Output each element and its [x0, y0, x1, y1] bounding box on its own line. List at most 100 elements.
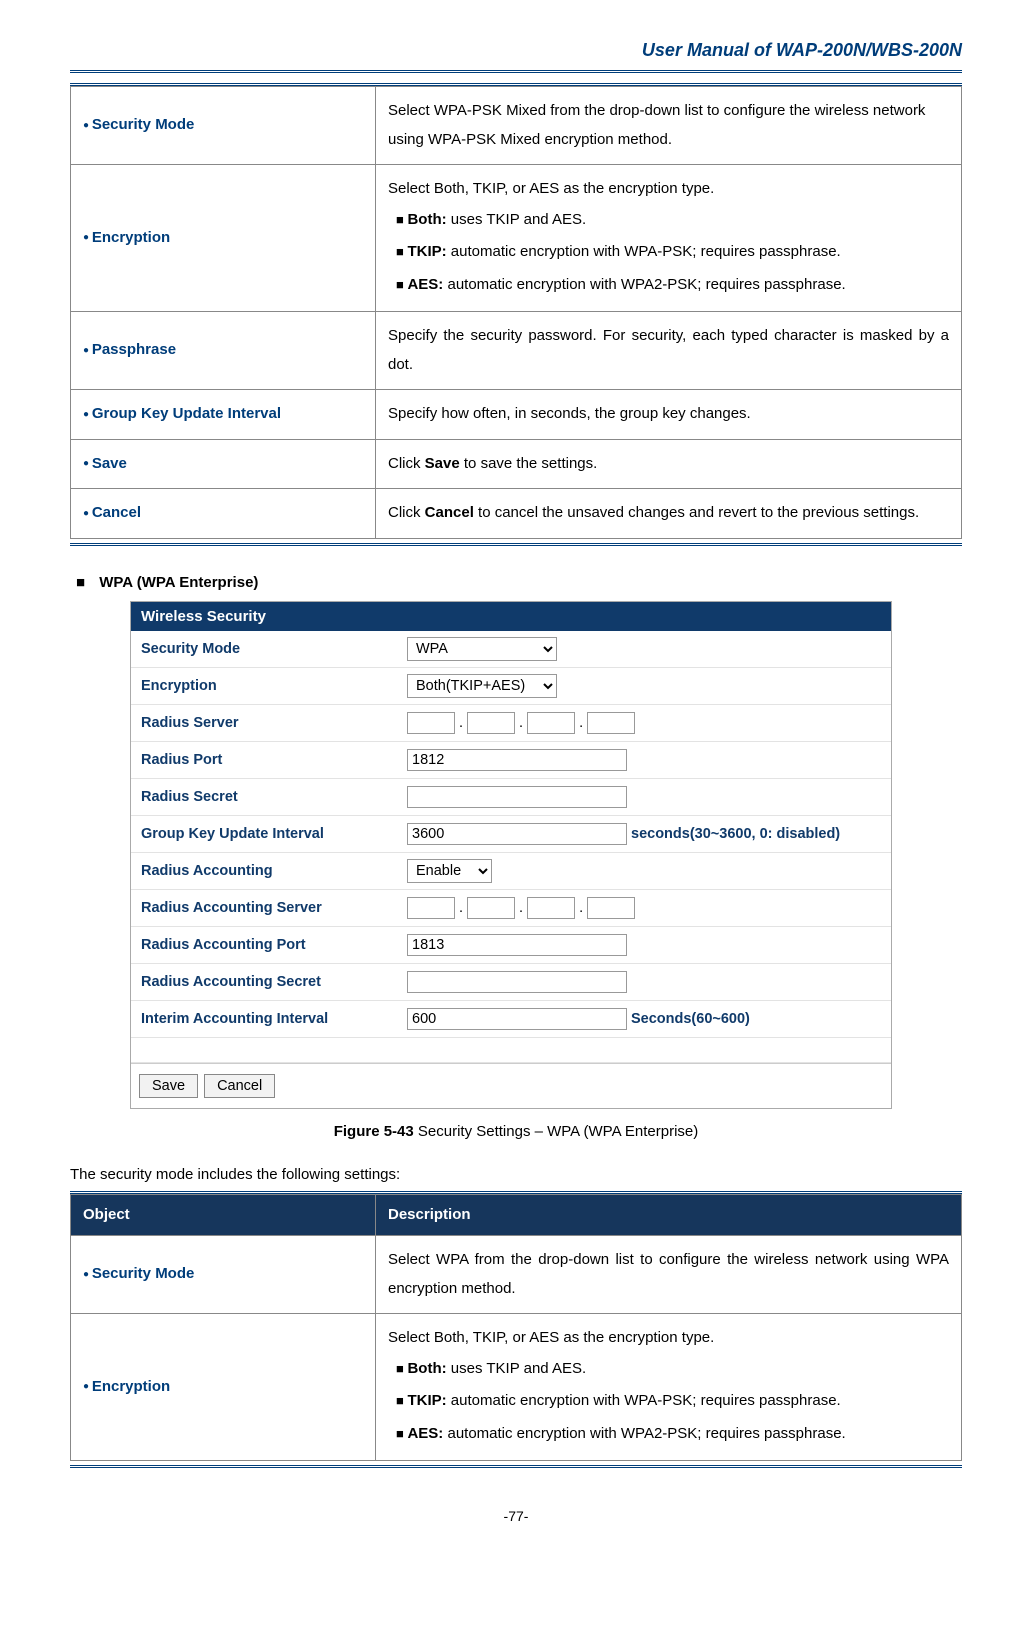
desc-bold: Cancel — [425, 504, 474, 521]
row-label: Encryption — [83, 1378, 170, 1395]
radius-port-input[interactable] — [407, 749, 627, 771]
radius-acc-secret-input[interactable] — [407, 971, 627, 993]
row-label: Passphrase — [83, 341, 176, 358]
list-item: AES: automatic encryption with WPA2-PSK;… — [396, 269, 949, 302]
item-bold: TKIP: — [407, 1392, 446, 1409]
table2-bottom-rule — [70, 1465, 962, 1468]
cancel-button[interactable]: Cancel — [204, 1074, 275, 1098]
security-mode-select[interactable]: WPA — [407, 637, 557, 661]
form-label: Radius Secret — [131, 783, 401, 811]
desc-pre: Click — [388, 504, 425, 521]
page-header-title: User Manual of WAP-200N/WBS-200N — [70, 40, 962, 67]
row-desc: Select Both, TKIP, or AES as the encrypt… — [376, 1314, 962, 1461]
group-key-interval-suffix: seconds(30~3600, 0: disabled) — [631, 826, 840, 842]
form-row-security-mode: Security Mode WPA — [131, 631, 891, 668]
form-label: Radius Accounting Port — [131, 931, 401, 959]
interim-interval-input[interactable] — [407, 1008, 627, 1030]
row-desc: Specify how often, in seconds, the group… — [376, 390, 962, 440]
radius-acc-server-ip1[interactable] — [407, 897, 455, 919]
item-bold: AES: — [407, 276, 443, 293]
intro-line-2: The security mode includes the following… — [70, 1166, 962, 1183]
form-row-radius-acc-port: Radius Accounting Port — [131, 927, 891, 964]
row-desc: Select WPA-PSK Mixed from the drop-down … — [376, 87, 962, 165]
spacer-row — [131, 1038, 891, 1063]
form-row-group-key-interval: Group Key Update Interval seconds(30~360… — [131, 816, 891, 853]
desc-post: to cancel the unsaved changes and revert… — [474, 504, 919, 521]
radius-server-ip2[interactable] — [467, 712, 515, 734]
header-rule — [70, 70, 962, 73]
table-row: Security Mode Select WPA from the drop-d… — [71, 1236, 962, 1314]
col-header-object: Object — [71, 1194, 376, 1236]
table1-bottom-rule — [70, 543, 962, 546]
row-desc: Select Both, TKIP, or AES as the encrypt… — [376, 165, 962, 312]
item-text: automatic encryption with WPA2-PSK; requ… — [443, 276, 845, 293]
desc-pre: Click — [388, 455, 425, 472]
item-bold: TKIP: — [407, 243, 446, 260]
section-heading-wpa: WPA (WPA Enterprise) — [100, 574, 962, 591]
row-desc: Select WPA from the drop-down list to co… — [376, 1236, 962, 1314]
desc-post: to save the settings. — [460, 455, 598, 472]
desc-bold: Save — [425, 455, 460, 472]
desc-lead: Select Both, TKIP, or AES as the encrypt… — [388, 180, 714, 197]
radius-server-ip3[interactable] — [527, 712, 575, 734]
item-text: uses TKIP and AES. — [447, 1360, 587, 1377]
form-label: Radius Accounting — [131, 857, 401, 885]
table-row: Encryption Select Both, TKIP, or AES as … — [71, 1314, 962, 1461]
row-label: Encryption — [83, 229, 170, 246]
item-text: automatic encryption with WPA-PSK; requi… — [447, 243, 841, 260]
table-header-row: Object Description — [71, 1194, 962, 1236]
form-label: Group Key Update Interval — [131, 820, 401, 848]
group-key-interval-input[interactable] — [407, 823, 627, 845]
table-row: Passphrase Specify the security password… — [71, 312, 962, 390]
sub-list: Both: uses TKIP and AES. TKIP: automatic… — [388, 1353, 949, 1451]
form-label: Radius Accounting Server — [131, 894, 401, 922]
item-bold: Both: — [407, 211, 446, 228]
radius-acc-port-input[interactable] — [407, 934, 627, 956]
item-bold: AES: — [407, 1425, 443, 1442]
caption-bold: Figure 5-43 — [334, 1123, 414, 1140]
table-row: Save Click Save to save the settings. — [71, 439, 962, 489]
form-label: Encryption — [131, 672, 401, 700]
item-text: automatic encryption with WPA2-PSK; requ… — [443, 1425, 845, 1442]
form-label: Radius Accounting Secret — [131, 968, 401, 996]
table-row: Encryption Select Both, TKIP, or AES as … — [71, 165, 962, 312]
radius-server-ip4[interactable] — [587, 712, 635, 734]
encryption-select[interactable]: Both(TKIP+AES) — [407, 674, 557, 698]
figure-button-row: Save Cancel — [131, 1063, 891, 1108]
caption-rest: Security Settings – WPA (WPA Enterprise) — [414, 1123, 699, 1140]
item-text: automatic encryption with WPA-PSK; requi… — [447, 1392, 841, 1409]
item-bold: Both: — [407, 1360, 446, 1377]
desc-lead: Select Both, TKIP, or AES as the encrypt… — [388, 1329, 714, 1346]
list-item: TKIP: automatic encryption with WPA-PSK;… — [396, 1385, 949, 1418]
list-item: Both: uses TKIP and AES. — [396, 1353, 949, 1386]
interim-interval-suffix: Seconds(60~600) — [631, 1011, 750, 1027]
row-label: Save — [83, 455, 127, 472]
form-row-encryption: Encryption Both(TKIP+AES) — [131, 668, 891, 705]
radius-server-ip1[interactable] — [407, 712, 455, 734]
radius-acc-server-ip4[interactable] — [587, 897, 635, 919]
form-label: Interim Accounting Interval — [131, 1005, 401, 1033]
radius-accounting-select[interactable]: Enable — [407, 859, 492, 883]
table-row: Group Key Update Interval Specify how of… — [71, 390, 962, 440]
radius-acc-server-ip3[interactable] — [527, 897, 575, 919]
row-label: Security Mode — [83, 116, 194, 133]
radius-secret-input[interactable] — [407, 786, 627, 808]
figure-caption: Figure 5-43 Security Settings – WPA (WPA… — [70, 1123, 962, 1140]
radius-acc-server-ip2[interactable] — [467, 897, 515, 919]
list-item: Both: uses TKIP and AES. — [396, 204, 949, 237]
table-row: Security Mode Select WPA-PSK Mixed from … — [71, 87, 962, 165]
form-row-radius-server: Radius Server . . . — [131, 705, 891, 742]
table-row: Cancel Click Cancel to cancel the unsave… — [71, 489, 962, 539]
form-row-radius-acc-server: Radius Accounting Server . . . — [131, 890, 891, 927]
form-label: Radius Server — [131, 709, 401, 737]
item-text: uses TKIP and AES. — [447, 211, 587, 228]
form-row-radius-accounting: Radius Accounting Enable — [131, 853, 891, 890]
save-button[interactable]: Save — [139, 1074, 198, 1098]
row-label: Group Key Update Interval — [83, 405, 281, 422]
settings-table-1: Security Mode Select WPA-PSK Mixed from … — [70, 86, 962, 539]
col-header-description: Description — [376, 1194, 962, 1236]
row-desc: Specify the security password. For secur… — [376, 312, 962, 390]
form-row-interim-interval: Interim Accounting Interval Seconds(60~6… — [131, 1001, 891, 1038]
row-label: Security Mode — [83, 1265, 194, 1282]
list-item: AES: automatic encryption with WPA2-PSK;… — [396, 1418, 949, 1451]
